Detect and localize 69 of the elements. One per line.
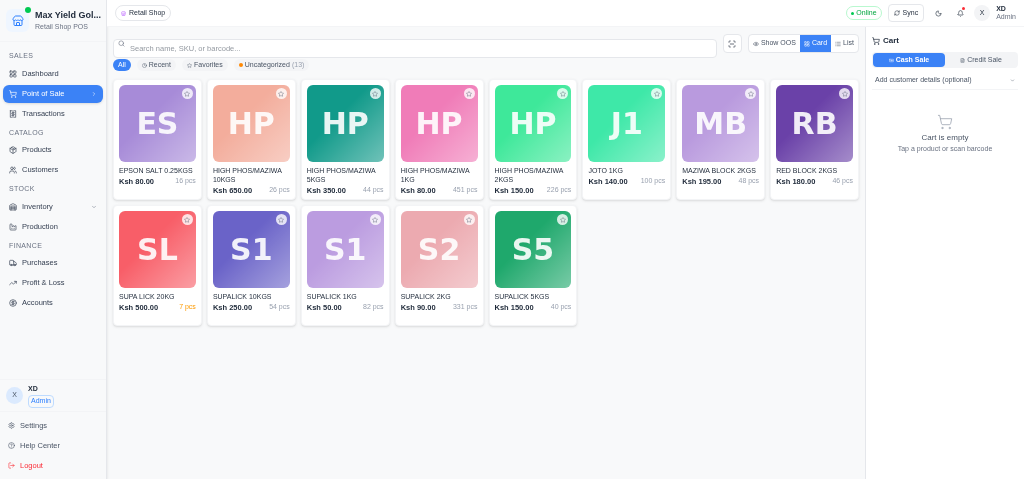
cart-title: Cart [883,35,899,47]
product-initials: MB [694,104,748,143]
star-icon [184,216,191,223]
empty-cart-icon [937,114,953,130]
star-icon [278,90,285,97]
star-icon [184,90,191,97]
bell-icon [956,9,964,17]
logout-icon [8,462,15,469]
product-initials: S1 [323,230,367,269]
star-icon [278,216,285,223]
help-icon [8,442,15,449]
warehouse-icon [9,202,17,211]
grid-icon [9,69,17,78]
product-initials: S2 [417,230,461,269]
sync-icon [893,10,900,16]
moon-icon [934,9,942,17]
users-icon [9,166,17,174]
product-initials: S5 [511,230,555,269]
chevron-icon [91,203,97,210]
cart-icon [9,89,17,98]
factory-icon [9,222,17,231]
brand-name: Max Yield Gol... [35,8,102,22]
product-initials: HP [509,104,557,143]
cash-icon [888,57,894,63]
product-initials: HP [321,104,369,143]
product-initials: SL [137,230,178,269]
star-icon [186,62,192,68]
product-initials: HP [415,104,463,143]
store-icon [11,14,24,27]
grid-icon [803,40,810,47]
box-icon [9,146,17,154]
clock-icon [141,62,147,68]
star-icon [559,216,566,223]
favorite-button[interactable] [463,88,475,99]
trend-icon [9,279,17,287]
star-icon [372,216,379,223]
chevron-icon [91,90,97,97]
settings-icon [8,422,15,429]
dollar-icon [9,299,17,307]
product-initials: ES [136,104,179,143]
star-icon [466,216,472,223]
favorite-button[interactable] [181,214,193,225]
favorite-button[interactable] [369,88,381,99]
star-icon [653,90,660,97]
favorite-button[interactable] [839,88,850,99]
favorite-button[interactable] [181,88,193,99]
document-icon [960,57,966,63]
search-icon [118,40,125,47]
scan-icon [728,39,737,48]
list-icon [835,40,842,47]
store-icon [121,10,126,16]
cart-icon [872,37,880,45]
product-initials: RB [791,104,838,143]
star-icon [372,90,379,97]
product-initials: HP [227,104,275,143]
star-icon [747,90,754,97]
chevron-icon [1010,77,1015,83]
star-icon [559,90,566,97]
product-initials: J1 [610,104,643,143]
scan-button[interactable] [722,34,742,53]
star-icon [841,90,848,97]
favorite-button[interactable] [275,214,287,225]
empty-title: Cart is empty [921,132,969,144]
truck-icon [9,259,17,267]
eye-icon [752,40,759,47]
favorite-button[interactable] [557,214,569,225]
receipt-icon [9,109,17,118]
product-initials: S1 [230,230,273,269]
star-icon [466,90,472,97]
